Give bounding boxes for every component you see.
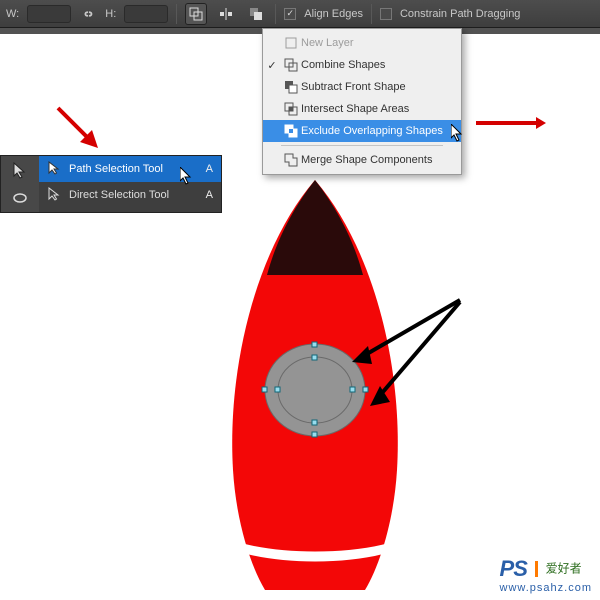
- ellipse-tool-slot[interactable]: [1, 184, 39, 212]
- menu-item-label: Subtract Front Shape: [301, 81, 453, 93]
- path-arrangement-button[interactable]: [245, 3, 267, 25]
- separator: [176, 4, 177, 24]
- separator: [371, 4, 372, 24]
- cursor-icon: [451, 124, 463, 142]
- path-operations-button[interactable]: [185, 3, 207, 25]
- height-label: H:: [105, 8, 116, 20]
- watermark-cn: 爱好者: [546, 562, 582, 576]
- width-label: W:: [6, 8, 19, 20]
- menu-item-exclude[interactable]: Exclude Overlapping Shapes: [263, 120, 461, 142]
- path-alignment-button[interactable]: [215, 3, 237, 25]
- flyout-item-label: Path Selection Tool: [69, 163, 163, 175]
- subtract-icon: [281, 80, 301, 94]
- link-wh-icon[interactable]: [79, 7, 97, 21]
- path-selection-icon: [47, 161, 61, 178]
- constrain-checkbox[interactable]: [380, 8, 392, 20]
- height-field[interactable]: [124, 5, 168, 23]
- menu-item-label: Intersect Shape Areas: [301, 103, 453, 115]
- separator: [275, 4, 276, 24]
- red-arrow-icon: [50, 100, 110, 160]
- intersect-icon: [281, 102, 301, 116]
- menu-item-merge[interactable]: Merge Shape Components: [263, 149, 461, 171]
- watermark-brand: PS: [500, 556, 527, 581]
- menu-item-intersect[interactable]: Intersect Shape Areas: [263, 98, 461, 120]
- align-edges-label: Align Edges: [304, 8, 363, 20]
- watermark-url: www.psahz.com: [500, 582, 592, 594]
- menu-item-label: New Layer: [301, 37, 453, 49]
- menu-item-combine[interactable]: ✓ Combine Shapes: [263, 54, 461, 76]
- check-icon: ✓: [263, 59, 281, 72]
- menu-item-subtract[interactable]: Subtract Front Shape: [263, 76, 461, 98]
- menu-item-label: Combine Shapes: [301, 59, 453, 71]
- options-bar: W: H: Align Edges Constrain Path Draggin…: [0, 0, 600, 28]
- cursor-icon: [180, 167, 192, 185]
- flyout-item-label: Direct Selection Tool: [69, 189, 169, 201]
- red-arrow-icon: [476, 117, 546, 129]
- exclude-icon: [281, 124, 301, 138]
- direct-selection-icon: [47, 187, 61, 204]
- flyout-direct-selection[interactable]: Direct Selection Tool A: [39, 182, 221, 208]
- combine-icon: [281, 58, 301, 72]
- menu-item-new-layer[interactable]: New Layer: [263, 32, 461, 54]
- width-field[interactable]: [27, 5, 71, 23]
- align-edges-checkbox[interactable]: [284, 8, 296, 20]
- menu-item-label: Merge Shape Components: [301, 154, 453, 166]
- black-arrows-icon: [330, 280, 490, 440]
- menu-item-label: Exclude Overlapping Shapes: [301, 125, 453, 137]
- menu-separator: [281, 145, 443, 146]
- path-selection-tool-slot[interactable]: [1, 156, 39, 184]
- watermark: PS 爱好者 www.psahz.com: [500, 556, 592, 594]
- merge-icon: [281, 153, 301, 167]
- new-layer-icon: [281, 36, 301, 50]
- constrain-label: Constrain Path Dragging: [400, 8, 520, 20]
- path-operations-menu: New Layer ✓ Combine Shapes Subtract Fron…: [262, 28, 462, 175]
